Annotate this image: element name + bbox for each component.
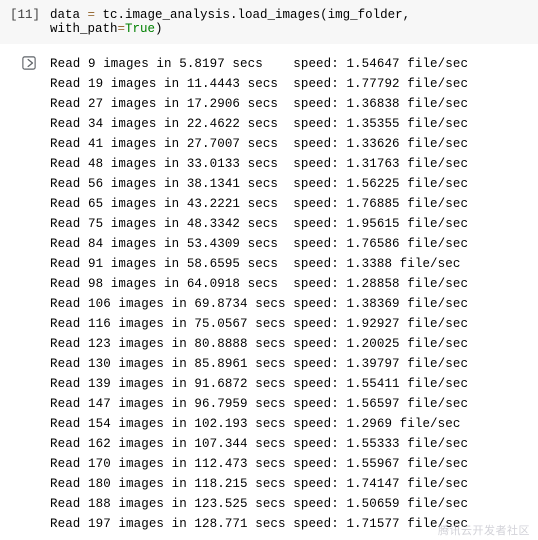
code-editor[interactable]: data = tc.image_analysis.load_images(img… [50,8,538,36]
notebook-cell: [11] data = tc.image_analysis.load_image… [0,0,538,534]
code-token-open: ( [320,8,328,22]
code-token-call: tc.image_analysis.load_images [103,8,321,22]
code-token-kwname: with_path [50,22,118,36]
code-token-close: ) [155,22,163,36]
output-gutter [0,54,50,70]
run-output-icon[interactable] [22,56,36,70]
code-token-eq: = [118,22,126,36]
cell-output: Read 9 images in 5.8197 secs speed: 1.54… [50,54,538,534]
code-token-kwval: True [125,22,155,36]
output-row: Read 9 images in 5.8197 secs speed: 1.54… [0,44,538,534]
cell-prompt: [11] [0,8,50,22]
code-token-arg1: img_folder [328,8,403,22]
code-token-lhs: data [50,8,80,22]
code-token-assign: = [80,8,103,22]
code-token-sep: , [403,8,411,22]
code-input-row: [11] data = tc.image_analysis.load_image… [0,0,538,44]
